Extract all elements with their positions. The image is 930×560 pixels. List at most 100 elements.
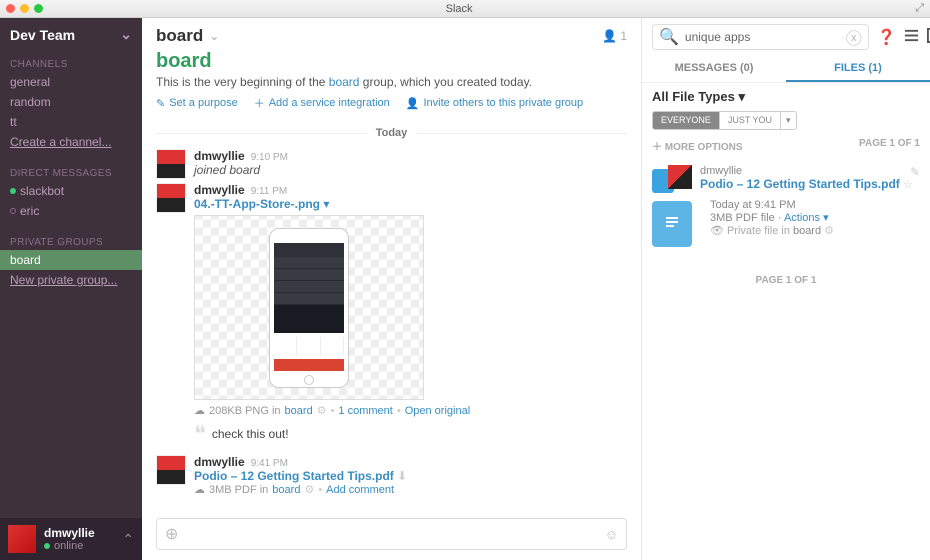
channel-title[interactable]: board: [156, 26, 203, 46]
message-input[interactable]: ⊕ ☺: [156, 518, 627, 550]
avatar[interactable]: [156, 455, 186, 485]
avatar: [8, 525, 36, 553]
file-type-filter[interactable]: All File Types ▾: [642, 83, 930, 111]
right-pane: 🔍 ⓧ ❓ MESSAGES (0) FILES (1) All File Ty…: [642, 18, 930, 560]
caret-down-icon: ▾: [738, 89, 745, 104]
message-time: 9:41 PM: [251, 458, 288, 469]
settings-icon[interactable]: ⚙: [317, 404, 327, 417]
set-purpose-link[interactable]: ✎Set a purpose: [156, 95, 238, 111]
message-author[interactable]: dmwyllie: [194, 455, 245, 469]
plus-icon: ＋: [254, 95, 265, 111]
file-card[interactable]: dmwyllie Podio – 12 Getting Started Tips…: [642, 157, 930, 199]
tab-files[interactable]: FILES (1): [786, 56, 930, 82]
search-input[interactable]: [685, 30, 840, 44]
channel-label: tt: [10, 115, 17, 129]
file-card-time: Today at 9:41 PM: [710, 199, 920, 211]
sidebar-channel-general[interactable]: general: [0, 72, 142, 92]
chevron-down-icon: ⌄: [120, 26, 132, 43]
window-title: Slack: [3, 3, 915, 15]
channel-pane: board ⌄ 👤 1 board This is the very begin…: [142, 18, 642, 560]
sidebar: Dev Team ⌄ CHANNELS general random tt Cr…: [0, 18, 142, 560]
channels-heading: CHANNELS: [0, 53, 142, 72]
star-icon[interactable]: ☆: [903, 179, 913, 191]
message-author[interactable]: dmwyllie: [194, 183, 245, 197]
eye-icon: 👁: [710, 224, 724, 237]
file-actions-link[interactable]: Actions ▾: [784, 212, 829, 224]
add-integration-link[interactable]: ＋Add a service integration: [254, 95, 390, 111]
message: dmwyllie 9:11 PM 04.-TT-App-Store-.png ▾: [156, 183, 627, 451]
pill-everyone[interactable]: EVERYONE: [652, 111, 720, 130]
message-text: joined board: [194, 163, 627, 177]
file-card-icons: [652, 165, 692, 191]
presence-icon: [10, 188, 16, 194]
file-name-link[interactable]: Podio – 12 Getting Started Tips.pdf: [194, 469, 394, 483]
download-icon[interactable]: ⬇: [397, 469, 407, 483]
search-box[interactable]: 🔍 ⓧ: [652, 24, 869, 50]
file-card-detail: Today at 9:41 PM 3MB PDF file · Actions …: [642, 199, 930, 255]
comments-link[interactable]: 1 comment: [338, 405, 392, 417]
new-group-link[interactable]: New private group...: [0, 270, 142, 290]
channel-link[interactable]: board: [272, 484, 300, 496]
member-count[interactable]: 👤 1: [602, 29, 627, 43]
message-author[interactable]: dmwyllie: [194, 149, 245, 163]
sidebar-dm-slackbot[interactable]: slackbot: [0, 181, 142, 201]
help-icon[interactable]: ❓: [877, 28, 896, 46]
attach-icon[interactable]: ⊕: [165, 524, 178, 544]
clear-search-icon[interactable]: ⓧ: [846, 25, 862, 49]
edit-icon[interactable]: ✎: [910, 165, 920, 179]
channel-name-large: board: [156, 50, 212, 72]
pdf-icon: [652, 201, 692, 247]
file-thumbnail[interactable]: [194, 215, 424, 400]
presence-icon: [10, 208, 16, 214]
sidebar-group-board[interactable]: board: [0, 250, 142, 270]
channel-link[interactable]: board: [285, 405, 313, 417]
avatar[interactable]: [156, 183, 186, 213]
avatar: [668, 165, 692, 189]
create-channel-link[interactable]: Create a channel...: [0, 132, 142, 152]
invite-link[interactable]: 👤Invite others to this private group: [406, 95, 583, 111]
chevron-down-icon[interactable]: ⌄: [209, 29, 219, 43]
chevron-up-icon: ⌃: [122, 531, 134, 548]
sidebar-dm-eric[interactable]: eric: [0, 201, 142, 221]
current-user-name: dmwyllie: [44, 526, 95, 540]
pill-just-you[interactable]: JUST YOU: [720, 111, 781, 130]
phone-mockup: [269, 228, 349, 388]
cloud-icon: ☁: [194, 404, 205, 417]
sidebar-channel-random[interactable]: random: [0, 92, 142, 112]
channel-link[interactable]: board: [793, 225, 821, 237]
message-time: 9:11 PM: [251, 186, 288, 197]
channel-description: This is the very beginning of the board …: [142, 75, 641, 89]
add-comment-link[interactable]: Add comment: [326, 484, 394, 496]
current-user-status: online: [54, 540, 83, 552]
sidebar-user-footer[interactable]: dmwyllie online ⌃: [0, 518, 142, 560]
team-name: Dev Team: [10, 27, 75, 43]
window-maximize-icon[interactable]: ⤢: [915, 2, 924, 15]
person-icon: 👤: [406, 97, 420, 110]
settings-icon[interactable]: ⚙: [304, 483, 314, 496]
quote-icon: ❝: [194, 421, 206, 447]
emoji-icon[interactable]: ☺: [605, 527, 618, 542]
search-icon: 🔍: [659, 27, 679, 47]
list-view-icon[interactable]: [904, 28, 919, 47]
plus-icon: ＋: [652, 142, 662, 153]
detail-view-icon[interactable]: [927, 28, 930, 47]
settings-icon[interactable]: ⚙: [824, 224, 834, 237]
channel-label: general: [10, 75, 50, 89]
file-comment: ❝ check this out!: [194, 421, 627, 447]
more-options-link[interactable]: ＋ MORE OPTIONS: [652, 138, 743, 153]
presence-icon: [44, 543, 50, 549]
group-label: board: [10, 253, 41, 267]
avatar[interactable]: [156, 149, 186, 179]
file-name-link[interactable]: 04.-TT-App-Store-.png: [194, 197, 320, 211]
pill-dropdown[interactable]: ▾: [781, 111, 797, 130]
message-time: 9:10 PM: [251, 152, 288, 163]
file-card-title[interactable]: Podio – 12 Getting Started Tips.pdf: [700, 177, 900, 191]
caret-down-icon[interactable]: ▾: [323, 197, 329, 211]
cloud-icon: ☁: [194, 483, 205, 496]
pencil-icon: ✎: [156, 97, 165, 110]
team-switcher[interactable]: Dev Team ⌄: [0, 18, 142, 53]
channel-link[interactable]: board: [329, 75, 360, 89]
open-original-link[interactable]: Open original: [405, 405, 470, 417]
tab-messages[interactable]: MESSAGES (0): [642, 56, 786, 82]
sidebar-channel-tt[interactable]: tt: [0, 112, 142, 132]
